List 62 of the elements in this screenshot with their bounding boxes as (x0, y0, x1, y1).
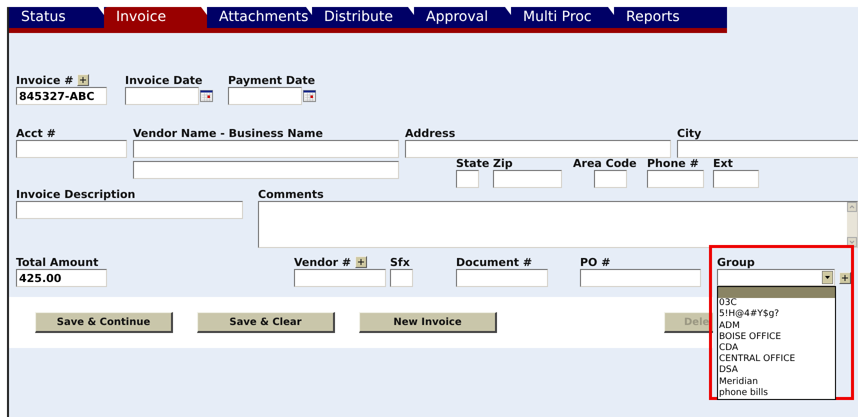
group-dropdown[interactable] (717, 269, 836, 286)
field-label: Total Amount (16, 256, 98, 268)
field-label: Invoice Description (16, 188, 136, 200)
add-button[interactable] (839, 272, 851, 284)
calendar-icon[interactable] (200, 90, 213, 102)
field-label: Acct # (16, 126, 56, 140)
input-field[interactable] (294, 269, 386, 287)
field-label: Area Code (573, 156, 637, 170)
dropdown-arrow-icon (822, 271, 834, 284)
action-button[interactable]: Save & Clear (197, 312, 335, 333)
field-label: Invoice # (16, 74, 74, 86)
field-label: State (456, 156, 490, 170)
input-field[interactable]: 845327-ABC (16, 87, 107, 105)
plus-icon (358, 259, 364, 265)
field-label: City (677, 126, 702, 140)
action-button[interactable]: Save & Continue (35, 312, 173, 333)
input-field[interactable] (456, 170, 479, 188)
calendar-icon[interactable] (303, 90, 316, 102)
input-field[interactable] (133, 140, 399, 158)
input-field[interactable] (713, 170, 759, 188)
field-label: Payment Date (228, 74, 316, 86)
tab-corner-icon (201, 7, 207, 15)
comments-field[interactable] (258, 201, 858, 248)
dropdown-option[interactable] (718, 287, 835, 298)
field-label: Vendor # (294, 256, 352, 268)
plus-icon (80, 77, 86, 83)
input-field[interactable] (594, 170, 627, 188)
input-field[interactable] (580, 269, 701, 287)
field-label: Invoice Date (125, 74, 203, 86)
input-field[interactable] (647, 170, 704, 188)
tab-corner-icon (608, 7, 614, 15)
input-field[interactable] (16, 140, 127, 158)
add-button[interactable] (77, 74, 90, 86)
tab[interactable]: Invoice (104, 7, 207, 28)
field-label: Sfx (390, 256, 410, 268)
field-label: Document # (456, 256, 532, 268)
tab-corner-icon (306, 7, 312, 15)
field-label: Group (717, 256, 755, 268)
field-label: Phone # (647, 156, 699, 170)
input-field[interactable] (390, 269, 413, 287)
plus-icon (842, 274, 848, 280)
input-field[interactable] (405, 140, 671, 158)
action-button[interactable]: New Invoice (359, 312, 497, 333)
input-field[interactable] (677, 140, 858, 158)
input-field[interactable] (133, 161, 399, 179)
input-field[interactable] (493, 170, 562, 188)
field-label: PO # (580, 256, 610, 268)
field-label: Ext (713, 156, 733, 170)
scrollbar[interactable] (847, 202, 857, 247)
field-label: Comments (258, 188, 324, 200)
input-field[interactable] (125, 87, 199, 105)
field-label: Vendor Name - Business Name (133, 126, 323, 140)
field-label: Zip (493, 156, 513, 170)
tab-corner-icon (505, 7, 511, 15)
input-field[interactable] (228, 87, 302, 105)
input-field[interactable] (456, 269, 548, 287)
field-label: Address (405, 126, 456, 140)
tab-corner-icon (98, 7, 104, 15)
add-button[interactable] (355, 256, 368, 268)
tab-corner-icon (408, 7, 414, 15)
input-field[interactable]: 425.00 (16, 269, 107, 287)
input-field[interactable] (16, 201, 243, 219)
